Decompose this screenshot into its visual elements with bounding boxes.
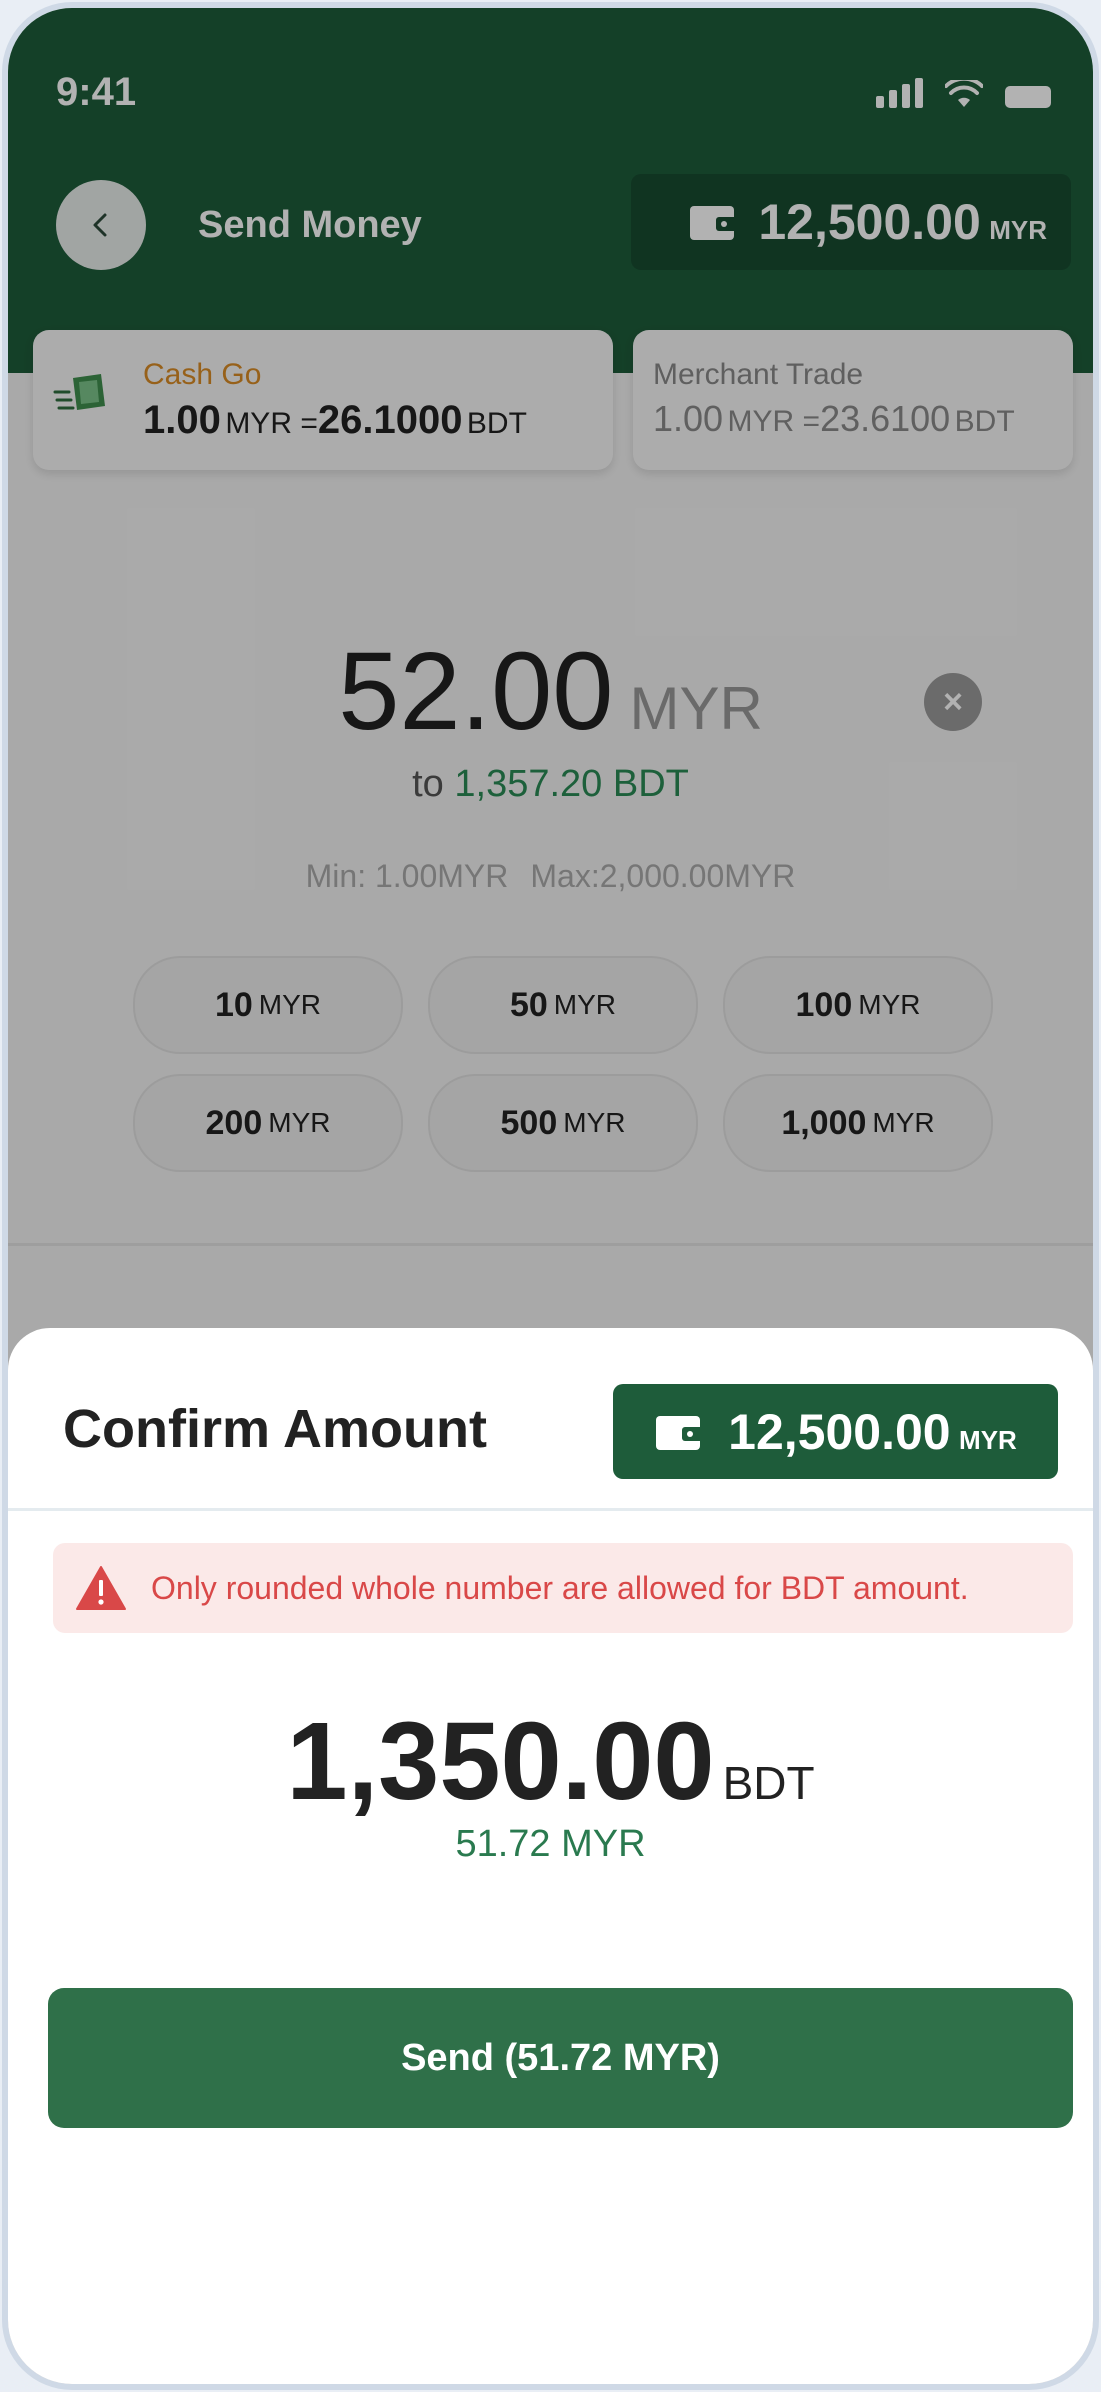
confirm-amount: 1,350.00 BDT xyxy=(8,1698,1093,1825)
divider xyxy=(8,1508,1093,1511)
warning-text: Only rounded whole number are allowed fo… xyxy=(151,1569,969,1606)
warning-banner: Only rounded whole number are allowed fo… xyxy=(53,1543,1073,1633)
warning-icon xyxy=(76,1566,126,1610)
wallet-icon xyxy=(656,1415,707,1450)
balance-currency: MYR xyxy=(959,1424,1017,1455)
confirm-bottom-sheet: Confirm Amount 12,500.00 MYR Only rounde… xyxy=(8,1328,1093,2384)
confirm-myr-equivalent: 51.72 MYR xyxy=(455,1823,646,1865)
send-button[interactable]: Send (51.72 MYR) xyxy=(48,1988,1073,2128)
phone-screen: 9:41 Send Money 12,500.00 MYR Cash Go 1.… xyxy=(8,8,1093,2384)
sheet-wallet-balance: 12,500.00 MYR xyxy=(613,1384,1058,1479)
sheet-title: Confirm Amount xyxy=(63,1399,487,1459)
confirm-value: 1,350.00 xyxy=(286,1700,715,1823)
confirm-currency: BDT xyxy=(722,1757,815,1809)
balance-amount: 12,500.00 xyxy=(728,1403,951,1460)
